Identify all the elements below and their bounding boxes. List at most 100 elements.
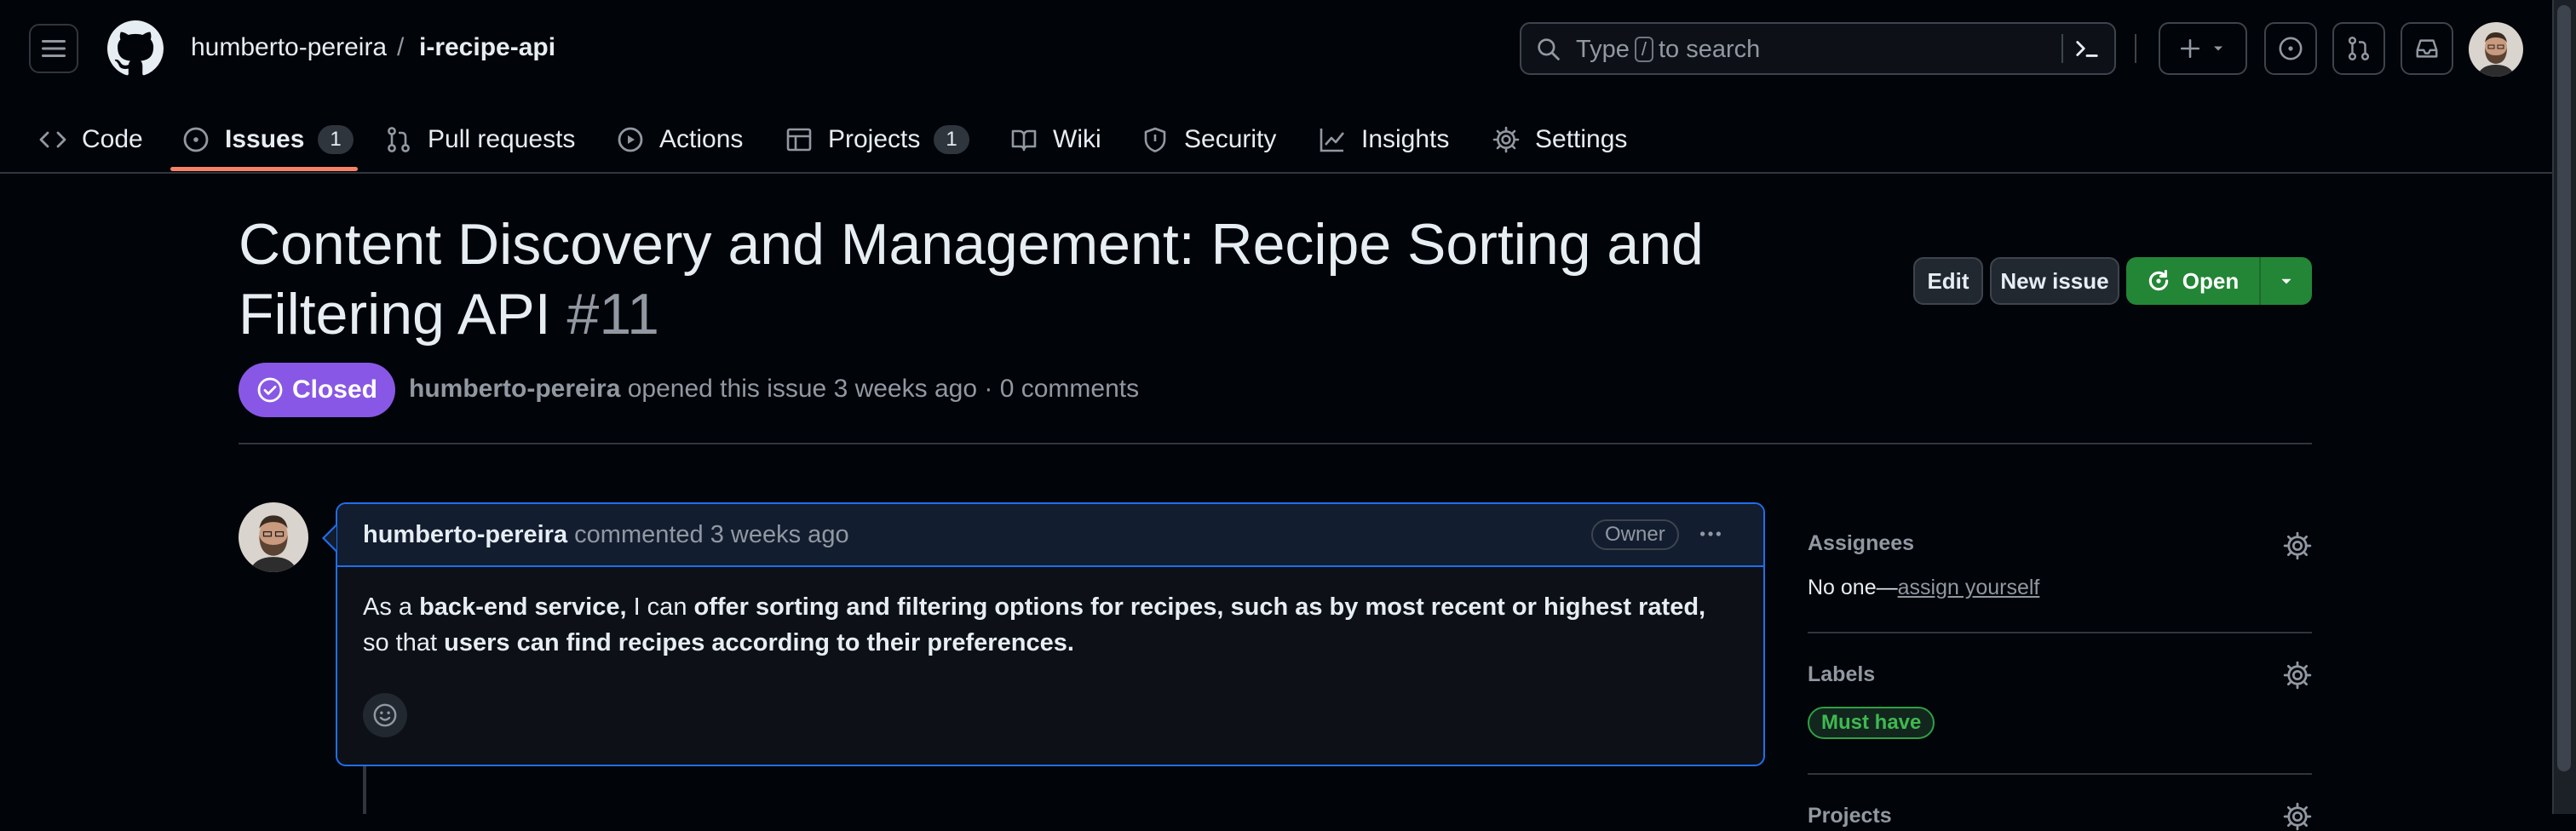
body-text: As a: [363, 593, 420, 621]
search-divider: [2061, 34, 2063, 63]
breadcrumb-separator: /: [397, 33, 405, 61]
new-issue-button[interactable]: New issue: [1990, 257, 2119, 305]
page-scrollbar[interactable]: [2552, 0, 2576, 814]
comment-author-avatar[interactable]: [239, 502, 308, 572]
code-icon: [39, 131, 66, 148]
tab-insights[interactable]: Insights: [1319, 109, 1449, 170]
search-icon: [1538, 38, 1560, 60]
tab-security[interactable]: Security: [1141, 109, 1276, 170]
header-divider: [239, 443, 2312, 444]
plus-icon: [2180, 38, 2200, 59]
gear-icon: [1492, 126, 1520, 153]
edit-button[interactable]: Edit: [1913, 257, 1983, 305]
search-input[interactable]: Type / to search: [1520, 22, 2116, 75]
sidebar-projects-title: Projects: [1808, 804, 1892, 828]
avatar-image: [2469, 22, 2523, 77]
tab-wiki-label: Wiki: [1053, 125, 1101, 153]
tab-actions-label: Actions: [659, 125, 744, 153]
breadcrumb-repo[interactable]: i-recipe-api: [419, 31, 555, 65]
add-reaction-button[interactable]: [363, 693, 407, 737]
gear-icon[interactable]: [2283, 531, 2312, 560]
gear-icon[interactable]: [2283, 802, 2312, 831]
tab-settings[interactable]: Settings: [1492, 109, 1627, 170]
menu-button[interactable]: [29, 24, 78, 73]
tab-projects-label: Projects: [828, 125, 921, 153]
issue-opened-icon: [183, 127, 209, 152]
tab-security-label: Security: [1184, 125, 1277, 153]
open-button-group: Open: [2126, 257, 2312, 305]
tab-issues-count: 1: [318, 125, 354, 154]
book-icon: [1011, 129, 1037, 152]
scrollbar-thumb[interactable]: [2557, 5, 2571, 771]
tab-issues[interactable]: Issues 1: [182, 109, 354, 170]
assignees-none: No one—: [1808, 576, 1898, 599]
comment-meta: humberto-pereira commented 3 weeks ago: [363, 521, 849, 549]
tab-projects-count: 1: [934, 125, 969, 154]
sidebar-divider: [1808, 632, 2312, 633]
comment-header: humberto-pereira commented 3 weeks ago O…: [337, 504, 1763, 567]
tab-projects[interactable]: Projects 1: [785, 109, 969, 170]
hamburger-icon: [42, 40, 66, 57]
tab-pull-requests[interactable]: Pull requests: [385, 109, 575, 170]
tab-insights-label: Insights: [1361, 125, 1450, 153]
kebab-horizontal-icon[interactable]: [1695, 521, 1726, 547]
open-options-button[interactable]: [2261, 257, 2312, 305]
user-avatar[interactable]: [2469, 22, 2523, 77]
issue-opened-icon: [2279, 37, 2303, 60]
git-pull-request-icon: [388, 127, 410, 152]
owner-badge: Owner: [1591, 519, 1679, 550]
issues-button[interactable]: [2264, 22, 2317, 75]
search-placeholder: Type / to search: [1576, 36, 1761, 63]
table-icon: [786, 128, 812, 152]
inbox-button[interactable]: [2401, 22, 2453, 75]
tab-code[interactable]: Code: [39, 109, 143, 170]
breadcrumb-owner[interactable]: humberto-pereira: [191, 31, 387, 65]
tab-issues-label: Issues: [225, 125, 305, 153]
body-strong: offer sorting and filtering options for …: [693, 593, 1706, 621]
tab-wiki[interactable]: Wiki: [1010, 109, 1101, 170]
create-new-button[interactable]: [2159, 22, 2247, 75]
triangle-down-icon: [2214, 46, 2222, 51]
search-shortcut-key: /: [1634, 37, 1653, 62]
github-logo-icon[interactable]: [107, 20, 164, 77]
graph-icon: [1320, 129, 1345, 152]
pull-requests-button[interactable]: [2332, 22, 2385, 75]
tab-actions[interactable]: Actions: [617, 109, 743, 170]
sidebar-labels-title: Labels: [1808, 662, 1876, 686]
comment-author-link[interactable]: humberto-pereira: [363, 521, 567, 548]
active-tab-indicator: [170, 167, 358, 171]
check-circle-icon: [257, 377, 283, 403]
triangle-down-icon: [2281, 278, 2291, 284]
issue-title: Content Discovery and Management: Recipe…: [239, 209, 1900, 349]
gear-icon[interactable]: [2283, 661, 2312, 690]
play-icon: [618, 127, 643, 152]
tab-pull-requests-label: Pull requests: [428, 125, 576, 153]
issue-state-badge: Closed: [239, 363, 395, 417]
app-header: humberto-pereira / i-recipe-api Type / to …: [0, 0, 2552, 174]
issue-meta: humberto-pereira opened this issue 3 wee…: [409, 375, 1139, 404]
command-palette-icon[interactable]: [2073, 36, 2101, 61]
comment-action[interactable]: commented 3 weeks ago: [574, 521, 848, 548]
inbox-icon: [2416, 39, 2438, 58]
shield-icon: [1144, 127, 1166, 152]
issue-opened-text: opened this issue 3 weeks ago: [627, 375, 978, 403]
body-strong: users can find recipes according to thei…: [444, 629, 1074, 656]
issue-state-label: Closed: [291, 375, 378, 404]
comments-count: 0 comments: [999, 375, 1140, 403]
assign-yourself-link[interactable]: assign yourself: [1898, 576, 2040, 599]
tab-code-label: Code: [82, 125, 143, 153]
label-must-have[interactable]: Must have: [1808, 707, 1935, 739]
avatar-image: [239, 502, 308, 572]
issue-title-text: Content Discovery and Management: Recipe…: [239, 212, 1704, 347]
body-strong: back-end service,: [419, 593, 627, 621]
open-button[interactable]: Open: [2126, 257, 2261, 305]
comment-pointer-inner: [325, 526, 336, 550]
body-text: so that: [363, 629, 445, 656]
sidebar-divider: [1808, 773, 2312, 775]
git-pull-request-icon: [2348, 37, 2370, 60]
timeline-line: [363, 766, 366, 814]
issue-reopened-icon: [2148, 270, 2168, 291]
issue-author-link[interactable]: humberto-pereira: [409, 375, 620, 403]
sidebar-assignees-title: Assignees: [1808, 531, 1915, 555]
meta-dot: ·: [984, 375, 993, 403]
